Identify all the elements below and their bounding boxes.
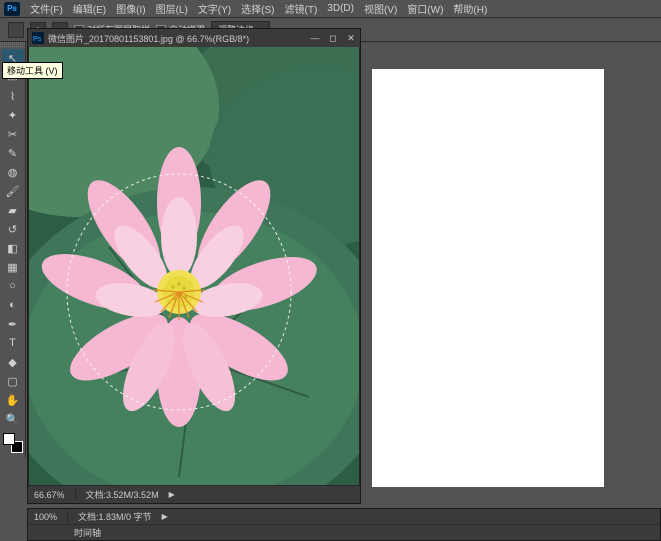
menu-select[interactable]: 选择(S): [237, 0, 278, 17]
document-statusbar: 66.67% 文档:3.52M/3.52M ▶: [28, 485, 360, 503]
tool-path-select[interactable]: ◆: [2, 353, 24, 371]
tool-brush[interactable]: 🖌: [2, 182, 24, 200]
menu-image[interactable]: 图像(I): [112, 0, 149, 17]
toolbox: ↖▭⌇✦✂✎◍🖌▰↺◧▦○◐✒T◆▢✋🔍: [0, 42, 26, 457]
tool-tooltip: 移动工具 (V): [2, 62, 63, 79]
menubar: Ps 文件(F) 编辑(E) 图像(I) 图层(L) 文字(Y) 选择(S) 滤…: [0, 0, 661, 18]
menu-edit[interactable]: 编辑(E): [69, 0, 110, 17]
minimize-button[interactable]: —: [306, 31, 324, 45]
lotus-image: [29, 47, 359, 485]
tool-rectangle[interactable]: ▢: [2, 372, 24, 390]
menu-filter[interactable]: 滤镜(T): [281, 0, 322, 17]
tool-lasso[interactable]: ⌇: [2, 87, 24, 105]
timeline-label[interactable]: 时间轴: [74, 526, 101, 539]
close-button[interactable]: ✕: [342, 31, 360, 45]
tool-eraser[interactable]: ◧: [2, 239, 24, 257]
tool-eyedropper[interactable]: ✎: [2, 144, 24, 162]
tool-preset-icon[interactable]: [8, 22, 24, 38]
document-titlebar[interactable]: Ps 微信图片_20170801153801.jpg @ 66.7%(RGB/8…: [28, 29, 360, 47]
menu-layer[interactable]: 图层(L): [152, 0, 192, 17]
menu-help[interactable]: 帮助(H): [449, 0, 491, 17]
canvas-area[interactable]: [28, 47, 360, 485]
document-size-2[interactable]: 文档:1.83M/0 字节: [78, 510, 152, 523]
window-controls: — ◻ ✕: [306, 31, 360, 45]
document-window-2: 100% 文档:1.83M/0 字节 ▶ 时间轴: [27, 508, 661, 541]
document-title: 微信图片_20170801153801.jpg @ 66.7%(RGB/8*): [48, 32, 249, 45]
ps-doc-icon: Ps: [32, 32, 44, 44]
statusbar-menu-icon[interactable]: ▶: [169, 490, 175, 499]
tool-pen[interactable]: ✒: [2, 315, 24, 333]
separator: [67, 511, 68, 523]
menu-view[interactable]: 视图(V): [360, 0, 401, 17]
timeline-bar: 时间轴: [28, 524, 660, 540]
tool-dodge[interactable]: ◐: [2, 296, 24, 314]
tool-quick-select[interactable]: ✦: [2, 106, 24, 124]
menu-3d[interactable]: 3D(D): [323, 2, 358, 15]
tool-type[interactable]: T: [2, 334, 24, 352]
zoom-level[interactable]: 66.67%: [34, 490, 65, 500]
tool-crop[interactable]: ✂: [2, 125, 24, 143]
menu-window[interactable]: 窗口(W): [403, 0, 447, 17]
tool-blur[interactable]: ○: [2, 277, 24, 295]
zoom-level-2[interactable]: 100%: [34, 512, 57, 522]
statusbar-menu-icon[interactable]: ▶: [162, 512, 168, 521]
tool-spot-heal[interactable]: ◍: [2, 163, 24, 181]
svg-text:Ps: Ps: [33, 36, 42, 43]
menu-file[interactable]: 文件(F): [26, 0, 67, 17]
document-window-lotus: Ps 微信图片_20170801153801.jpg @ 66.7%(RGB/8…: [27, 28, 361, 504]
tool-hand[interactable]: ✋: [2, 391, 24, 409]
maximize-button[interactable]: ◻: [324, 31, 342, 45]
foreground-color-swatch[interactable]: [3, 433, 15, 445]
blank-canvas[interactable]: [372, 69, 604, 487]
document2-statusbar: 100% 文档:1.83M/0 字节 ▶: [28, 509, 660, 524]
tool-gradient[interactable]: ▦: [2, 258, 24, 276]
app-logo: Ps: [4, 2, 20, 16]
tool-zoom[interactable]: 🔍: [2, 410, 24, 428]
color-wells[interactable]: [3, 433, 23, 453]
menu-type[interactable]: 文字(Y): [194, 0, 235, 17]
tool-history-brush[interactable]: ↺: [2, 220, 24, 238]
separator: [75, 489, 76, 501]
document-size[interactable]: 文档:3.52M/3.52M: [86, 488, 159, 501]
tool-stamp[interactable]: ▰: [2, 201, 24, 219]
